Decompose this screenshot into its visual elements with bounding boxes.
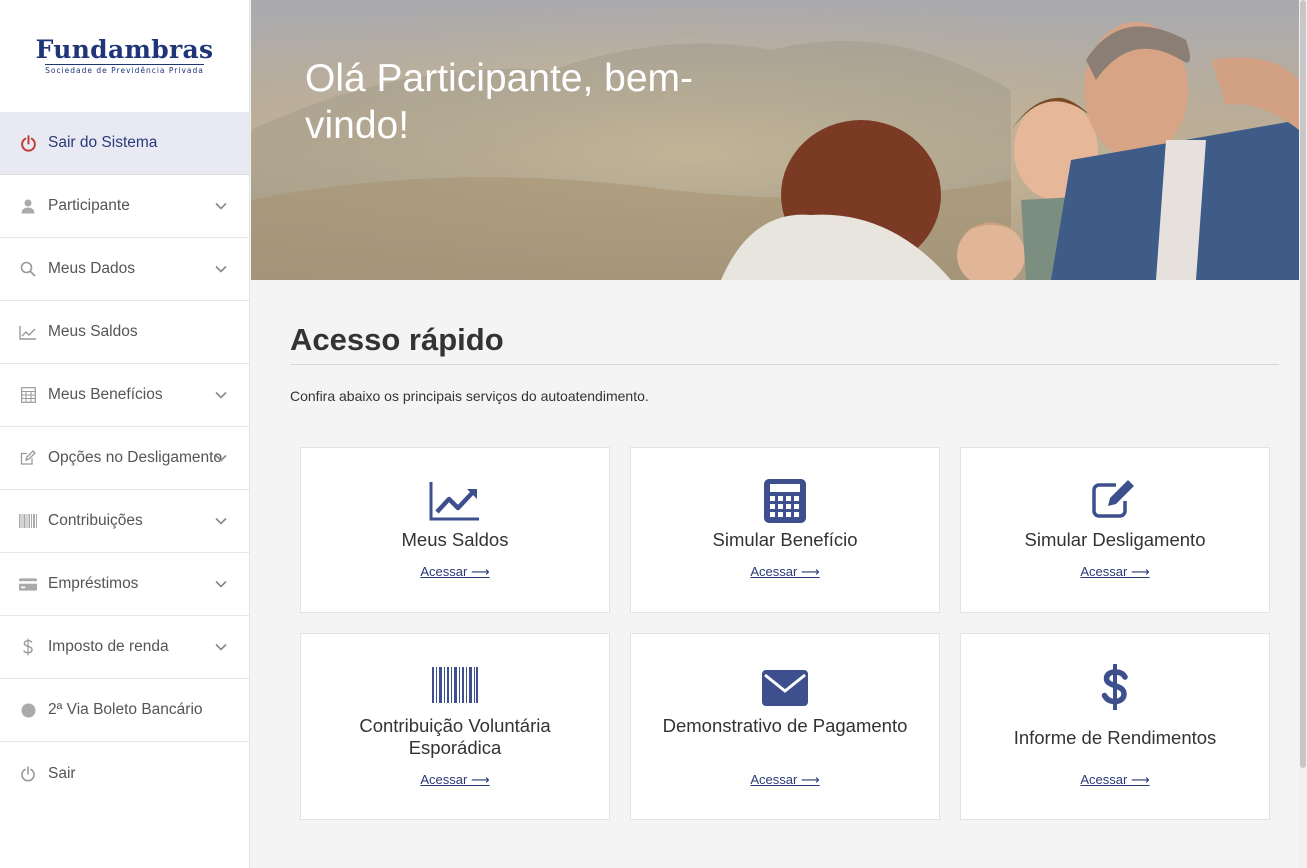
chevron-down-icon	[215, 202, 227, 210]
fundambras-logo[interactable]: Fundambras Sociedade de Previdência Priv…	[0, 0, 249, 112]
card-link[interactable]: Acessar ⟶	[961, 564, 1269, 580]
section-divider	[290, 364, 1279, 365]
card-title: Meus Saldos	[401, 529, 509, 550]
quick-card-meus-saldos[interactable]: Meus Saldos Acessar ⟶	[300, 447, 610, 613]
sidebar-item-label: Empréstimos	[48, 575, 139, 592]
circle-icon	[19, 701, 37, 719]
hero-title: Olá Participante, bem-vindo!	[305, 57, 694, 147]
card-title: Demonstrativo de Pagamento	[662, 715, 908, 736]
chevron-down-icon	[215, 643, 227, 651]
chevron-down-icon	[215, 454, 227, 462]
card-link[interactable]: Acessar ⟶	[631, 564, 939, 580]
sidebar-item-label: Imposto de renda	[48, 638, 169, 655]
section-subtitle: Confira abaixo os principais serviços do…	[290, 388, 649, 404]
card-title: Simular Benefício	[712, 529, 858, 550]
sidebar-item-label: Meus Benefícios	[48, 386, 163, 403]
sidebar-item-sair[interactable]: Sair	[0, 742, 249, 805]
main-content: Acesso rápido Confira abaixo os principa…	[251, 280, 1299, 868]
sidebar-item-participante[interactable]: Participante	[0, 175, 249, 238]
sidebar-item-imposto-de-renda[interactable]: Imposto de renda	[0, 616, 249, 679]
sidebar-item-label: Contribuições	[48, 512, 143, 529]
section-title: Acesso rápido	[290, 322, 504, 357]
sidebar-item-label: Sair	[48, 764, 76, 782]
vertical-scrollbar[interactable]	[1299, 0, 1307, 868]
logo-tagline: Sociedade de Previdência Privada	[45, 64, 204, 75]
card-title: Simular Desligamento	[1024, 529, 1206, 550]
sidebar-item-meus-beneficios[interactable]: Meus Benefícios	[0, 364, 249, 427]
chevron-down-icon	[215, 580, 227, 588]
sidebar-item-label: Meus Saldos	[48, 323, 138, 340]
envelope-icon	[631, 670, 939, 706]
card-title: Contribuição Voluntária Esporádica	[359, 715, 551, 758]
sidebar-item-label: Opções no Desligamento	[48, 449, 223, 466]
dollar-icon	[19, 638, 37, 656]
hero-banner: Olá Participante, bem-vindo!	[251, 0, 1299, 280]
sidebar-item-label: 2ª Via Boleto Bancário	[48, 701, 203, 718]
sidebar-item-2a-via-boleto[interactable]: 2ª Via Boleto Bancário	[0, 679, 249, 742]
card-link[interactable]: Acessar ⟶	[631, 772, 939, 788]
sidebar-item-label: Sair do Sistema	[48, 134, 158, 151]
sidebar-item-label: Meus Dados	[48, 260, 136, 277]
calculator-icon	[19, 386, 37, 404]
quick-card-simular-beneficio[interactable]: Simular Benefício Acessar ⟶	[630, 447, 940, 613]
card-title: Informe de Rendimentos	[1013, 727, 1217, 748]
sidebar-item-sair-do-sistema[interactable]: Sair do Sistema	[0, 112, 249, 175]
search-icon	[19, 260, 37, 278]
barcode-icon	[19, 512, 37, 530]
sidebar: Fundambras Sociedade de Previdência Priv…	[0, 0, 250, 868]
card-link[interactable]: Acessar ⟶	[301, 772, 609, 788]
dollar-icon	[961, 664, 1269, 710]
edit-icon	[961, 479, 1269, 519]
credit-card-icon	[19, 575, 37, 593]
quick-card-demonstrativo-pagamento[interactable]: Demonstrativo de Pagamento Acessar ⟶	[630, 633, 940, 820]
quick-card-contribuicao-voluntaria[interactable]: Contribuição Voluntária Esporádica Acess…	[300, 633, 610, 820]
line-chart-icon	[301, 480, 609, 522]
calculator-icon	[631, 478, 939, 524]
power-icon	[19, 765, 37, 783]
chevron-down-icon	[215, 265, 227, 273]
edit-icon	[19, 449, 37, 467]
power-icon	[19, 134, 37, 152]
card-link[interactable]: Acessar ⟶	[961, 772, 1269, 788]
quick-card-informe-rendimentos[interactable]: Informe de Rendimentos Acessar ⟶	[960, 633, 1270, 820]
line-chart-icon	[19, 323, 37, 341]
barcode-icon	[301, 667, 609, 703]
chevron-down-icon	[215, 517, 227, 525]
logo-name: Fundambras	[35, 35, 214, 64]
sidebar-item-meus-dados[interactable]: Meus Dados	[0, 238, 249, 301]
user-icon	[19, 197, 37, 215]
quick-card-simular-desligamento[interactable]: Simular Desligamento Acessar ⟶	[960, 447, 1270, 613]
card-link[interactable]: Acessar ⟶	[301, 564, 609, 580]
sidebar-item-label: Participante	[48, 197, 130, 214]
chevron-down-icon	[215, 391, 227, 399]
sidebar-item-opcoes-no-desligamento[interactable]: Opções no Desligamento	[0, 427, 249, 490]
sidebar-item-contribuicoes[interactable]: Contribuições	[0, 490, 249, 553]
scrollbar-thumb[interactable]	[1300, 0, 1306, 768]
sidebar-item-emprestimos[interactable]: Empréstimos	[0, 553, 249, 616]
sidebar-item-meus-saldos[interactable]: Meus Saldos	[0, 301, 249, 364]
